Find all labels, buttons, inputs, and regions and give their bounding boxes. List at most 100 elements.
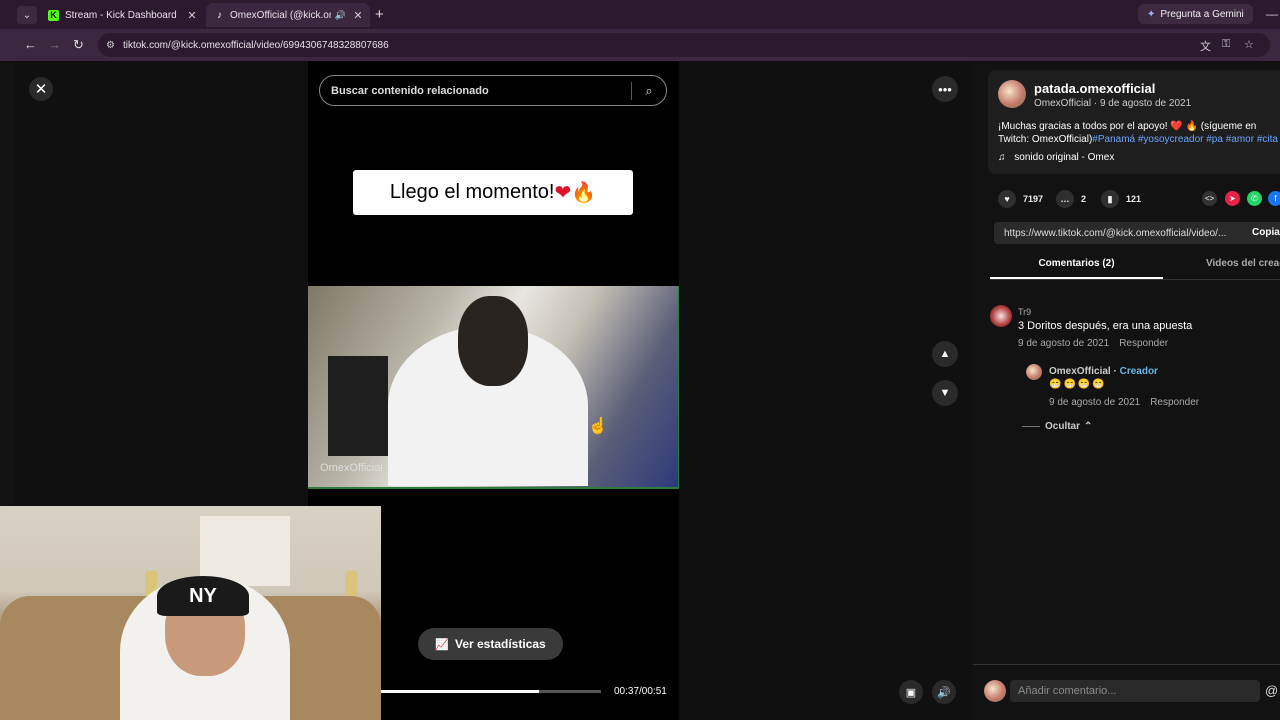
translate-icon[interactable]: 文 xyxy=(1200,38,1211,54)
video-speaker-shape xyxy=(328,356,388,456)
browser-tab-kick[interactable]: K Stream - Kick Dashboard ✕ xyxy=(40,3,204,27)
save-button[interactable]: ▮ 121 xyxy=(1101,190,1141,208)
share-arrow-icon[interactable]: ➤ xyxy=(1225,191,1240,206)
volume-icon[interactable]: 🔊 xyxy=(932,680,956,704)
tab-title: OmexOfficial (@kick.omexo xyxy=(230,9,331,21)
hashtag[interactable]: #yosoycreador xyxy=(1138,134,1204,145)
hashtag[interactable]: #cita xyxy=(1257,134,1278,145)
browser-tab-tiktok[interactable]: ♪ OmexOfficial (@kick.omexo 🔊 ✕ xyxy=(206,3,370,27)
comment-text: 3 Doritos después, era una apuesta xyxy=(1018,320,1193,332)
video-time: 00:37/00:51 xyxy=(614,686,667,697)
previous-video-icon[interactable]: ▲ xyxy=(932,341,958,367)
author-username[interactable]: patada.omexofficial xyxy=(1034,81,1155,96)
reply-avatar[interactable] xyxy=(1026,364,1042,380)
close-icon[interactable]: ✕ xyxy=(29,77,53,101)
comment-bar-divider xyxy=(973,664,1280,665)
facebook-icon[interactable]: f xyxy=(1268,191,1280,206)
embed-code-icon[interactable]: <> xyxy=(1202,191,1217,206)
comment-meta: 9 de agosto de 2021 Responder xyxy=(1018,338,1168,349)
reply-date: 9 de agosto de 2021 xyxy=(1049,397,1141,408)
comment-username[interactable]: Tr9 xyxy=(1018,307,1031,317)
reply-button[interactable]: Responder xyxy=(1150,397,1199,408)
reply-emojis: 😁😁😁😁 xyxy=(1049,379,1107,390)
tabs-divider xyxy=(990,279,1280,280)
add-comment-input[interactable] xyxy=(1010,680,1260,702)
video-link-field[interactable]: https://www.tiktok.com/@kick.omexofficia… xyxy=(994,222,1280,244)
music-note-icon: ♫ xyxy=(998,152,1006,163)
video-progress-bar[interactable] xyxy=(381,690,601,693)
bookmark-icon: ▮ xyxy=(1101,190,1119,208)
hide-label: Ocultar xyxy=(1045,421,1081,432)
hide-replies-button[interactable]: Ocultar ⌃ xyxy=(1022,421,1092,432)
tab-search-menu-icon[interactable]: ⌄ xyxy=(17,6,37,24)
search-icon[interactable]: ⌕ xyxy=(632,83,666,99)
bookmark-star-icon[interactable]: ☆ xyxy=(1244,38,1254,51)
author-meta: OmexOfficial · 9 de agosto de 2021 xyxy=(1034,98,1192,109)
video-frame[interactable]: OmexOfficial xyxy=(308,286,679,489)
ny-cap-logo-icon: NY xyxy=(157,576,249,616)
gemini-button[interactable]: ✦ Pregunta a Gemini xyxy=(1138,4,1253,24)
comment-button[interactable]: … 2 xyxy=(1056,190,1086,208)
gemini-label: Pregunta a Gemini xyxy=(1160,8,1244,20)
address-bar: ← → ↻ ⚙ tiktok.com/@kick.omexofficial/vi… xyxy=(0,29,1280,61)
commenter-avatar[interactable] xyxy=(990,305,1012,327)
search-input[interactable] xyxy=(320,84,631,97)
reload-icon[interactable]: ↻ xyxy=(73,37,84,53)
close-tab-icon[interactable]: ✕ xyxy=(184,9,200,22)
url-field[interactable]: ⚙ tiktok.com/@kick.omexofficial/video/69… xyxy=(98,33,1270,57)
caption-text: Llego el momento! xyxy=(389,181,555,203)
video-progress-fill xyxy=(381,690,540,693)
view-stats-button[interactable]: 📈 Ver estadísticas xyxy=(418,628,563,660)
like-count: 7197 xyxy=(1023,194,1044,204)
kick-favicon-icon: K xyxy=(48,9,59,21)
new-tab-icon[interactable]: + xyxy=(375,6,384,23)
browser-tab-strip: ⌄ K Stream - Kick Dashboard ✕ ♪ OmexOffi… xyxy=(0,0,1280,29)
site-settings-icon[interactable]: ⚙ xyxy=(106,40,115,51)
close-tab-icon[interactable]: ✕ xyxy=(350,9,366,22)
reply-username-line: OmexOfficial · Creador xyxy=(1049,366,1158,377)
comment-date: 9 de agosto de 2021 xyxy=(1018,338,1110,349)
author-avatar[interactable] xyxy=(998,80,1026,108)
speaker-icon[interactable]: 🔊 xyxy=(335,10,346,21)
like-button[interactable]: ♥ 7197 xyxy=(998,190,1043,208)
my-avatar xyxy=(984,680,1006,702)
comment-bubble-icon: … xyxy=(1056,190,1074,208)
back-icon[interactable]: ← xyxy=(24,37,37,52)
comment-count: 2 xyxy=(1081,194,1087,204)
video-caption-overlay: Llego el momento! ❤ 🔥 xyxy=(353,170,633,215)
chevron-up-icon: ⌃ xyxy=(1084,421,1093,432)
forward-icon[interactable]: → xyxy=(48,37,61,52)
tab-comments[interactable]: Comentarios (2) xyxy=(990,258,1163,279)
mention-at-icon[interactable]: @ xyxy=(1265,683,1278,698)
hashtag[interactable]: #amor xyxy=(1226,134,1254,145)
gemini-sparkle-icon: ✦ xyxy=(1147,8,1156,20)
reply-button[interactable]: Responder xyxy=(1119,338,1168,349)
heart-emoji-icon: ❤ xyxy=(554,182,572,204)
heart-icon: ♥ xyxy=(998,190,1016,208)
streamer-webcam: NY xyxy=(0,506,381,720)
hashtag[interactable]: #pa xyxy=(1206,134,1223,145)
hide-line xyxy=(1022,426,1040,427)
save-count: 121 xyxy=(1126,194,1142,204)
reply-username[interactable]: OmexOfficial xyxy=(1049,366,1111,377)
creator-badge: Creador xyxy=(1119,366,1158,377)
reply-meta: 9 de agosto de 2021 Responder xyxy=(1049,397,1199,408)
view-stats-label: Ver estadísticas xyxy=(454,637,546,651)
video-link-text: https://www.tiktok.com/@kick.omexofficia… xyxy=(1004,227,1227,239)
related-search-bar[interactable]: ⌕ xyxy=(319,75,667,106)
tiktok-favicon-icon: ♪ xyxy=(217,9,222,21)
password-key-icon[interactable]: ⚿ xyxy=(1222,38,1230,51)
url-text: tiktok.com/@kick.omexofficial/video/6994… xyxy=(122,39,389,51)
tab-creator-videos[interactable]: Videos del creador xyxy=(1206,258,1280,269)
hashtag[interactable]: #Panamá xyxy=(1092,134,1135,145)
whatsapp-icon[interactable]: ✆ xyxy=(1247,191,1262,206)
fire-emoji-icon: 🔥 xyxy=(571,182,597,204)
next-video-icon[interactable]: ▼ xyxy=(932,380,958,406)
sound-link[interactable]: ♫ sonido original - Omex xyxy=(998,152,1114,163)
sound-name: sonido original - Omex xyxy=(1014,152,1115,163)
mouse-cursor-icon: ☝ xyxy=(588,418,608,435)
minimize-window-icon[interactable]: — xyxy=(1266,7,1278,21)
more-options-icon[interactable]: ••• xyxy=(932,76,958,102)
copy-link-button[interactable]: Copiar xyxy=(1252,227,1280,238)
floating-player-icon[interactable]: ▣ xyxy=(899,680,923,704)
